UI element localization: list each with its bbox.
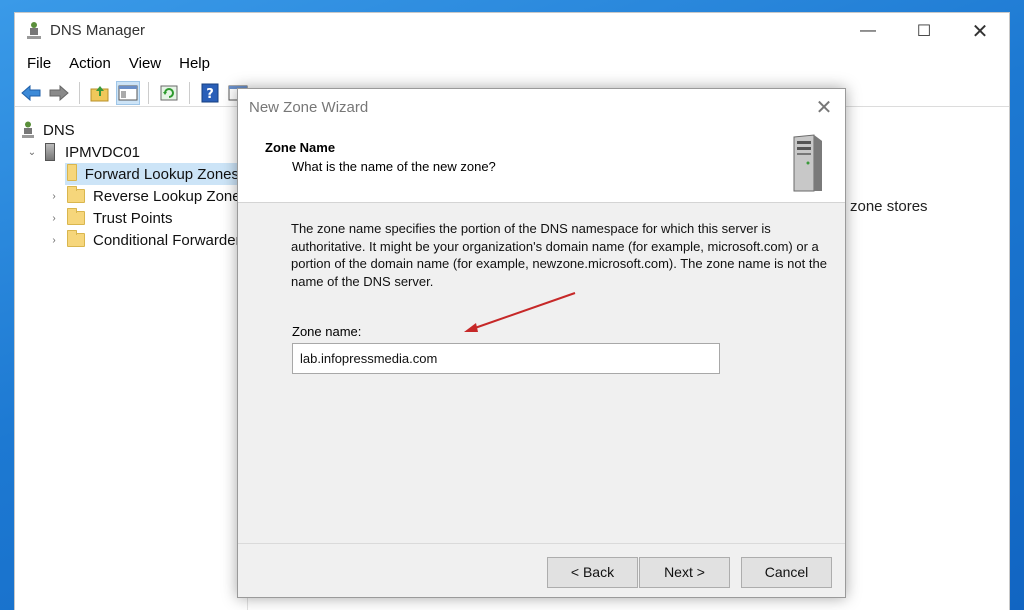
tree-label: IPMVDC01 [65, 143, 141, 161]
svg-text:?: ? [206, 87, 214, 102]
tree-label: Trust Points [93, 209, 173, 227]
menu-bar: File Action View Help [15, 53, 1009, 75]
tree-item-conditional-forwarders[interactable]: › Conditional Forwarders [47, 229, 248, 251]
toolbar-separator [148, 81, 149, 104]
tree-label: Reverse Lookup Zones [93, 187, 249, 205]
annotation-arrow [464, 292, 576, 332]
toolbar-separator [79, 81, 80, 104]
menu-help[interactable]: Help [177, 53, 218, 75]
tree-item-dns[interactable]: DNS [21, 119, 75, 141]
folder-icon [67, 164, 77, 181]
back-arrow-icon[interactable] [19, 81, 43, 105]
tree-label: Conditional Forwarders [93, 231, 249, 249]
tree-label: DNS [43, 121, 75, 139]
wizard-subheading: What is the name of the new zone? [292, 159, 496, 174]
tree-item-server[interactable]: ⌄ IPMVDC01 [25, 141, 140, 163]
footer-divider [238, 543, 845, 544]
back-button[interactable]: < Back [547, 557, 638, 588]
server-tower-icon [793, 134, 822, 192]
new-zone-wizard-dialog: New Zone Wizard ✕ Zone Name What is the … [237, 88, 846, 598]
maximize-button[interactable]: ☐ [901, 13, 947, 49]
folder-icon [67, 186, 85, 203]
menu-file[interactable]: File [25, 53, 59, 75]
tree-item-reverse-lookup-zones[interactable]: › Reverse Lookup Zones [47, 185, 248, 207]
show-hide-tree-icon[interactable] [116, 80, 140, 105]
dns-icon [22, 121, 34, 138]
refresh-icon[interactable] [157, 81, 181, 105]
tree-item-trust-points[interactable]: › Trust Points [47, 207, 172, 229]
zone-name-input[interactable] [292, 343, 720, 374]
folder-up-icon[interactable] [88, 81, 112, 105]
dialog-close-button[interactable]: ✕ [810, 95, 838, 119]
chevron-right-icon[interactable]: › [47, 235, 61, 246]
tree-item-forward-lookup-zones[interactable]: Forward Lookup Zones [65, 163, 239, 185]
folder-icon [67, 208, 85, 225]
close-button[interactable]: ✕ [957, 13, 1003, 49]
folder-icon [67, 230, 85, 247]
zone-name-label: Zone name: [292, 324, 362, 339]
chevron-right-icon[interactable]: › [47, 213, 61, 224]
menu-view[interactable]: View [127, 53, 169, 75]
wizard-heading: Zone Name [265, 140, 336, 155]
chevron-right-icon[interactable]: › [47, 191, 61, 202]
forward-arrow-icon[interactable] [47, 81, 71, 105]
help-icon[interactable]: ? [198, 81, 222, 105]
next-button[interactable]: Next > [639, 557, 730, 588]
wizard-description: The zone name specifies the portion of t… [291, 221, 827, 289]
server-icon [45, 143, 55, 161]
menu-action[interactable]: Action [67, 53, 119, 75]
window-title: DNS Manager [50, 22, 146, 39]
wizard-header: Zone Name What is the name of the new zo… [238, 125, 845, 203]
minimize-button[interactable]: — [845, 13, 891, 49]
console-tree: DNS ⌄ IPMVDC01 Forward Lookup Zones › Re… [15, 113, 248, 610]
dialog-title: New Zone Wizard [249, 99, 369, 116]
dns-app-icon [27, 22, 41, 39]
toolbar-separator [189, 81, 190, 104]
dialog-title-bar: New Zone Wizard ✕ [238, 89, 845, 125]
title-bar: DNS Manager — ☐ ✕ [15, 13, 1009, 49]
tree-label: Forward Lookup Zones [84, 165, 239, 183]
chevron-down-icon[interactable]: ⌄ [25, 147, 39, 158]
details-pane-text: zone stores [850, 198, 928, 215]
cancel-button[interactable]: Cancel [741, 557, 832, 588]
